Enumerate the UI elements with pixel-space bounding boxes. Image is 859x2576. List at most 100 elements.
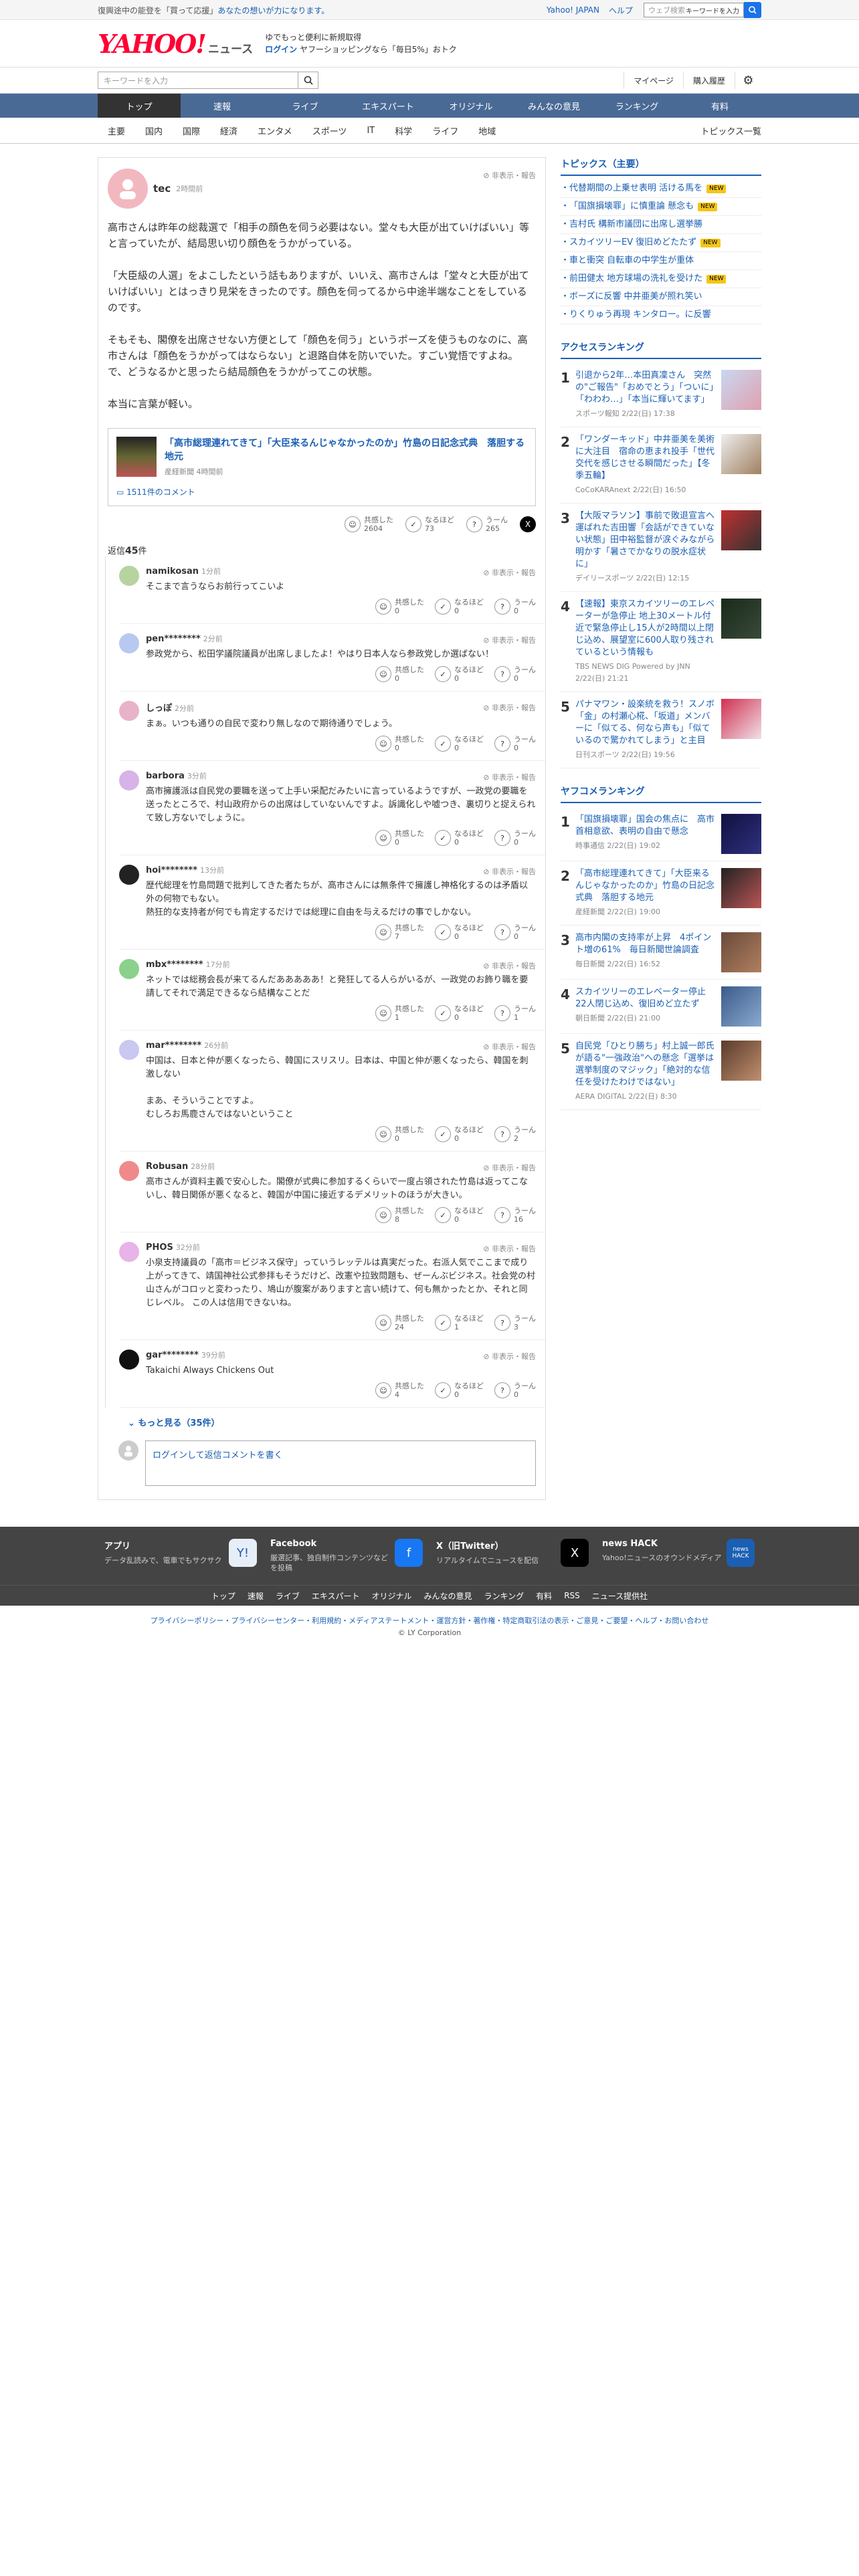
topic-item[interactable]: ・吉村氏 構新市議団に出席し選挙勝: [561, 216, 761, 234]
naruhodo-button[interactable]: ✓ なるほど 0: [435, 665, 484, 683]
footer-promo-2[interactable]: X（旧Twitter） リアルタイムでニュースを配信 X: [430, 1539, 595, 1573]
topic-item[interactable]: ・前田健太 地方球場の洗礼を受けた NEW: [561, 270, 761, 288]
cat-main[interactable]: 主要: [98, 124, 135, 137]
ranking-item[interactable]: 2 「高市総理連れてきて」「大臣来るんじゃなかったのか」竹島の日記念式典 落胆する…: [561, 861, 761, 926]
footer-links[interactable]: プライバシーポリシー・プライバシーセンター・利用規約・メディアステートメント・運…: [0, 1606, 859, 1628]
ranking-item[interactable]: 3 高市内閣の支持率が上昇 4ポイント増の61% 毎日新聞世論調査 毎日新聞 2/2…: [561, 926, 761, 980]
empathy-button[interactable]: ☺ 共感した 24: [375, 1314, 424, 1331]
uun-button[interactable]: ? うーん 0: [494, 598, 536, 615]
gnav-opinion[interactable]: みんなの意見: [512, 94, 595, 118]
footer-nav-item[interactable]: ニュース提供社: [592, 1590, 648, 1602]
reply-username[interactable]: namikosan 1分前: [146, 566, 536, 576]
topic-item[interactable]: ・代替期間の上乗せ表明 活ける馬を NEW: [561, 180, 761, 198]
empathy-button[interactable]: ☺ 共感した 0: [375, 735, 424, 752]
hide-report-button[interactable]: ⊘ 非表示・報告: [483, 635, 536, 645]
topic-item[interactable]: ・車と衝突 自転車の中学生が重体: [561, 252, 761, 270]
footer-nav-item[interactable]: オリジナル: [372, 1590, 412, 1602]
gear-icon[interactable]: ⚙: [735, 72, 761, 89]
cat-life[interactable]: ライフ: [422, 124, 468, 137]
ranking-item[interactable]: 5 自民党「ひとり勝ち」村上誠一郎氏が語る"一強政治"への懸念「選挙は選挙制度のマ…: [561, 1034, 761, 1110]
yahoo-news-logo[interactable]: YAHOO! ニュース: [98, 29, 253, 59]
cat-sports[interactable]: スポーツ: [302, 124, 357, 137]
naruhodo-button[interactable]: ✓ なるほど 0: [435, 1206, 484, 1224]
hide-report-button[interactable]: ⊘ 非表示・報告: [483, 1041, 536, 1052]
promo-line-2[interactable]: ヤフーショッピングなら「毎日5%」おトク: [300, 45, 457, 54]
naruhodo-button[interactable]: ✓ なるほど 0: [435, 1004, 484, 1022]
topics-list-link[interactable]: トピックス一覧: [700, 124, 761, 137]
reply-username[interactable]: pen******** 2分前: [146, 633, 536, 644]
topic-item[interactable]: ・「国旗損壊罪」に慎重論 懸念も NEW: [561, 198, 761, 216]
uun-button[interactable]: ? うーん 0: [494, 735, 536, 752]
related-article-card[interactable]: 「高市総理連れてきて」「大臣来るんじゃなかったのか」竹島の日記念式典 落胆する地…: [108, 428, 536, 506]
footer-nav-item[interactable]: みんなの意見: [424, 1590, 472, 1602]
empathy-button[interactable]: ☺ 共感した 2604: [345, 516, 393, 533]
empathy-button[interactable]: ☺ 共感した 1: [375, 1004, 424, 1022]
x-share-icon[interactable]: X: [520, 516, 536, 532]
empathy-button[interactable]: ☺ 共感した 0: [375, 829, 424, 847]
news-search-button[interactable]: [298, 72, 318, 89]
naruhodo-button[interactable]: ✓ なるほど 0: [435, 735, 484, 752]
uun-button[interactable]: ? うーん 16: [494, 1206, 536, 1224]
hide-report-button[interactable]: ⊘ 非表示・報告: [483, 702, 536, 713]
news-search-input[interactable]: キーワードを入力: [98, 72, 298, 89]
gnav-live[interactable]: ライブ: [264, 94, 347, 118]
reply-username[interactable]: Robusan 28分前: [146, 1161, 536, 1172]
uun-button[interactable]: ? うーん 0: [494, 829, 536, 847]
ranking-item[interactable]: 5 パナマワン・設楽統を救う！スノボ「金」の村瀬心椛、「坂道」メンバーに「似てる、…: [561, 692, 761, 768]
cat-entertainment[interactable]: エンタメ: [248, 124, 302, 137]
web-search-input[interactable]: ウェブ検索 キーワードを入力: [644, 3, 744, 17]
ranking-item[interactable]: 4 スカイツリーのエレベーター停止 22人閉じ込め、復旧めど立たず 朝日新聞 2/2…: [561, 980, 761, 1034]
reply-username[interactable]: mar******** 26分前: [146, 1040, 536, 1051]
show-more-replies-button[interactable]: ⌄ もっと見る（35件）: [118, 1408, 545, 1436]
gnav-paid[interactable]: 有料: [678, 94, 761, 118]
empathy-button[interactable]: ☺ 共感した 0: [375, 665, 424, 683]
cat-local[interactable]: 地域: [468, 124, 506, 137]
login-link[interactable]: ログイン: [265, 45, 297, 54]
hide-report-button[interactable]: ⊘ 非表示・報告: [483, 772, 536, 782]
ranking-item[interactable]: 2 「ワンダーキッド」中井亜美を美術に大注目 宿命の恵まれ投手「世代交代を感じさせ…: [561, 427, 761, 504]
yahoo-japan-link[interactable]: Yahoo! JAPAN: [547, 5, 599, 15]
ranking-item[interactable]: 1 引退から2年…本田真凜さん 突然の"ご報告"「おめでとう」「ついに」「わわわ……: [561, 363, 761, 427]
related-comment-count-link[interactable]: ▭ 1511件のコメント: [116, 486, 527, 498]
naruhodo-button[interactable]: ✓ なるほど 1: [435, 1314, 484, 1331]
web-search-button[interactable]: [744, 2, 761, 18]
reply-username[interactable]: しっぽ 2分前: [146, 701, 536, 714]
empathy-button[interactable]: ☺ 共感した 4: [375, 1382, 424, 1399]
footer-nav-item[interactable]: ライブ: [276, 1590, 300, 1602]
footer-nav-item[interactable]: 速報: [248, 1590, 264, 1602]
hide-report-button[interactable]: ⊘ 非表示・報告: [483, 1243, 536, 1254]
footer-nav-item[interactable]: ランキング: [484, 1590, 524, 1602]
reply-username[interactable]: barbora 3分前: [146, 770, 536, 781]
uun-button[interactable]: ? うーん 0: [494, 1382, 536, 1399]
hide-report-button[interactable]: ⊘ 非表示・報告: [483, 1351, 536, 1362]
gnav-flash[interactable]: 速報: [181, 94, 264, 118]
empathy-button[interactable]: ☺ 共感した 8: [375, 1206, 424, 1224]
hide-report-button[interactable]: ⊘ 非表示・報告: [483, 866, 536, 877]
ranking-item[interactable]: 1 「国旗損壊罪」国会の焦点に 高市首相意欲、表明の自由で懸念 時事通信 2/22(…: [561, 807, 761, 861]
naruhodo-button[interactable]: ✓ なるほど 0: [435, 1382, 484, 1399]
empathy-button[interactable]: ☺ 共感した 7: [375, 924, 424, 941]
gnav-ranking[interactable]: ランキング: [595, 94, 678, 118]
gnav-top[interactable]: トップ: [98, 94, 181, 118]
footer-promo-1[interactable]: Facebook 厳選記事、独自制作コンテンツなどを投稿 f: [264, 1539, 430, 1573]
comment-username[interactable]: tec: [153, 183, 171, 195]
footer-promo-0[interactable]: アプリ データ乱読みで、電車でもサクサク Y!: [98, 1539, 264, 1573]
reply-username[interactable]: PHOS 32分前: [146, 1242, 536, 1253]
hide-report-button[interactable]: ⊘ 非表示・報告: [483, 960, 536, 971]
footer-nav-item[interactable]: RSS: [564, 1591, 580, 1600]
empathy-button[interactable]: ☺ 共感した 0: [375, 598, 424, 615]
naruhodo-button[interactable]: ✓ なるほど 0: [435, 598, 484, 615]
reply-username[interactable]: mbx******** 17分前: [146, 959, 536, 970]
footer-nav-item[interactable]: トップ: [211, 1590, 235, 1602]
cat-business[interactable]: 経済: [210, 124, 248, 137]
footer-nav-item[interactable]: 有料: [536, 1590, 552, 1602]
ranking-item[interactable]: 3 【大阪マラソン】事前で敗退宣言へ運ばれた吉田響「会話ができていない状態」田中裕…: [561, 504, 761, 592]
purchase-history-link[interactable]: 購入履歴: [682, 72, 735, 89]
topic-item[interactable]: ・スカイツリーEV 復旧めどたたず NEW: [561, 234, 761, 252]
related-article-title[interactable]: 「高市総理連れてきて」「大臣来るんじゃなかったのか」竹島の日記念式典 落胆する地…: [165, 437, 527, 463]
cat-domestic[interactable]: 国内: [135, 124, 173, 137]
reply-username[interactable]: gar******** 39分前: [146, 1350, 536, 1360]
uun-button[interactable]: ? うーん 1: [494, 1004, 536, 1022]
cat-science[interactable]: 科学: [385, 124, 422, 137]
cat-it[interactable]: IT: [357, 126, 385, 136]
